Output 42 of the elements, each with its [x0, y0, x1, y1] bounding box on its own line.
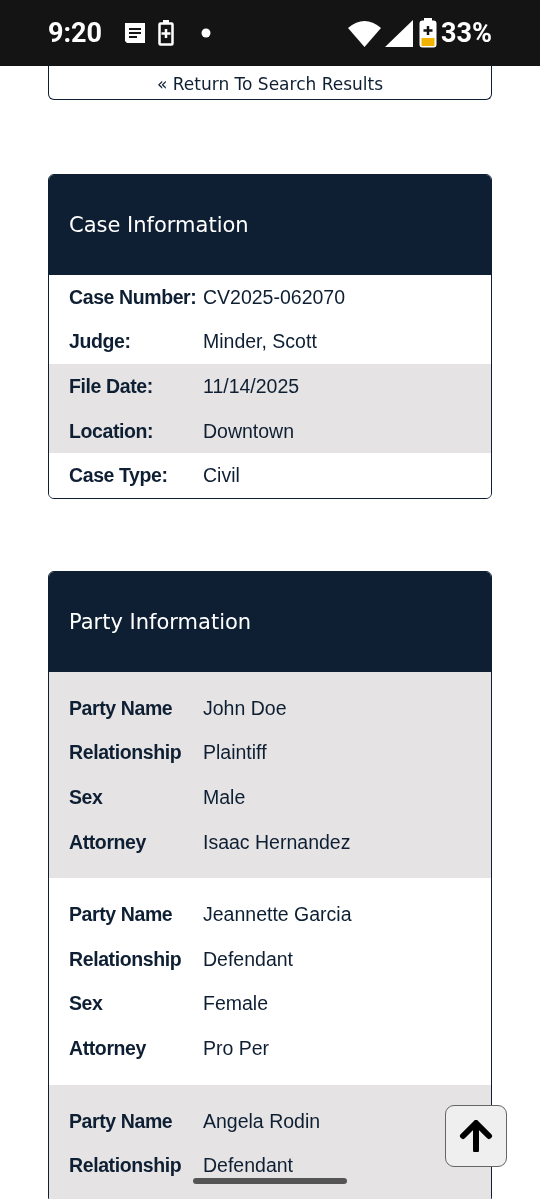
field-value: Jeannette Garcia — [203, 903, 352, 927]
field-value: Defendant — [203, 947, 293, 971]
field-value: Female — [203, 992, 269, 1016]
field-label: Case Type: — [69, 464, 169, 488]
field-value: Male — [203, 785, 246, 809]
card-title: Party Information — [49, 571, 491, 672]
field-label: Judge: — [69, 330, 132, 354]
battery-plus-icon — [158, 20, 175, 46]
field-value: Defendant — [203, 1154, 293, 1178]
field-label: Party Name — [69, 903, 174, 927]
signal-icon — [385, 19, 414, 47]
field-label: Location: — [69, 419, 155, 443]
field-value: Minder, Scott — [203, 330, 317, 354]
field-label: Sex — [69, 785, 104, 809]
field-value: Downtown — [203, 419, 295, 443]
field-value: Plaintiff — [203, 741, 267, 765]
field-value: Isaac Hernandez — [203, 830, 351, 854]
field-value: CV2025-062070 — [203, 285, 346, 309]
field-value: Civil — [203, 464, 240, 488]
field-value: Pro Per — [203, 1036, 270, 1060]
field-label: Relationship — [69, 741, 183, 765]
card-title: Case Information — [49, 175, 491, 275]
field-label: Relationship — [69, 1154, 183, 1178]
arrow-up-icon — [459, 1120, 493, 1152]
field-label: Party Name — [69, 1109, 174, 1133]
wifi-icon — [348, 19, 382, 47]
field-value: John Doe — [203, 696, 287, 720]
clock: 9:20 — [48, 17, 103, 49]
field-value: 11/14/2025 — [203, 375, 300, 398]
field-label: Attorney — [69, 1036, 147, 1060]
battery-charging-icon — [419, 18, 438, 48]
field-label: Sex — [69, 992, 104, 1016]
message-icon — [124, 21, 147, 45]
battery-percentage: 33% — [441, 17, 492, 49]
field-value: Angela Rodin — [203, 1109, 321, 1133]
return-link[interactable]: « Return To Search Results — [48, 66, 492, 100]
field-label: File Date: — [69, 375, 154, 398]
field-label: Party Name — [69, 696, 174, 720]
scroll-top-button[interactable] — [445, 1105, 507, 1167]
field-label: Case Number: — [69, 285, 198, 309]
field-label: Relationship — [69, 947, 183, 971]
field-label: Attorney — [69, 830, 147, 854]
